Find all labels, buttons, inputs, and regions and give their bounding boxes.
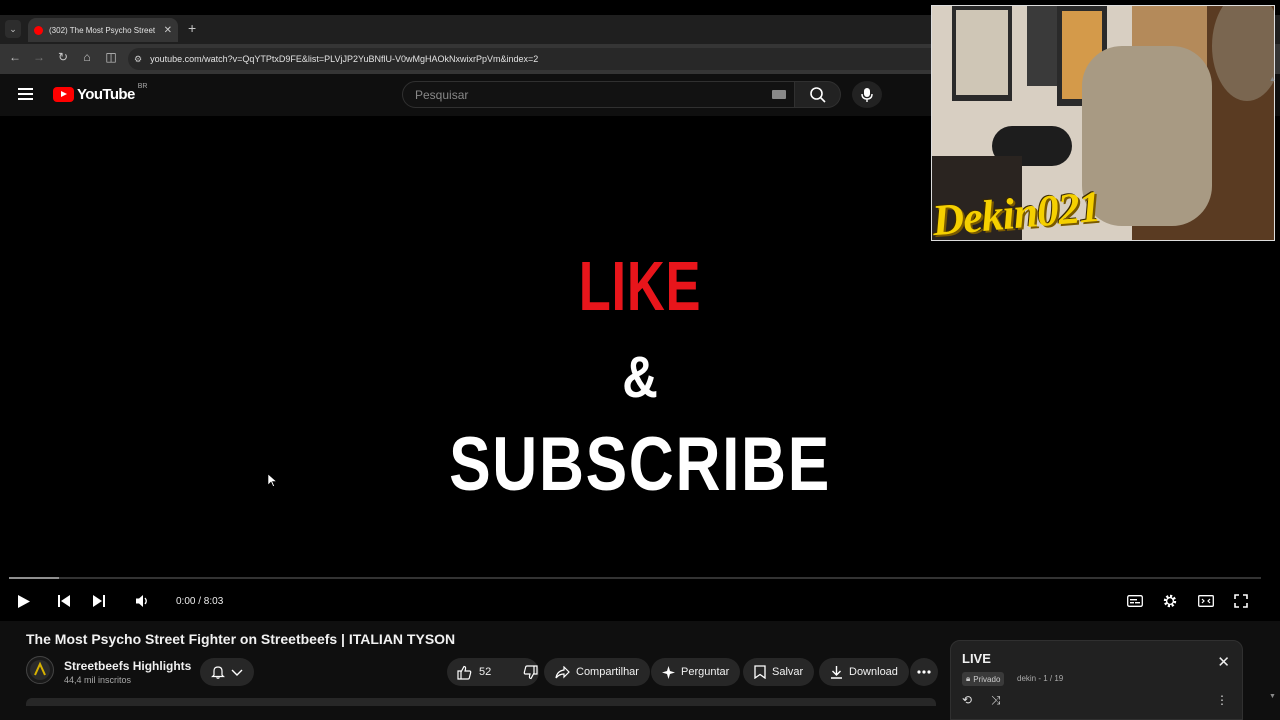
search-button[interactable] — [795, 81, 841, 108]
keyboard-icon[interactable] — [772, 90, 786, 99]
more-vertical-icon[interactable]: ⋮ — [1216, 693, 1228, 707]
mouse-cursor-icon — [268, 474, 277, 487]
voice-search-button[interactable] — [852, 81, 882, 108]
settings-button[interactable] — [1161, 592, 1179, 610]
ask-button[interactable]: Perguntar — [651, 658, 741, 686]
player-controls: 0:00 / 8:03 — [0, 586, 1280, 616]
subtitles-button[interactable] — [1126, 592, 1144, 610]
search-box — [402, 81, 795, 108]
browser-tab-active[interactable]: (302) The Most Psycho Street Fi ✕ — [28, 18, 178, 42]
bookmark-icon — [754, 665, 766, 679]
volume-icon — [135, 595, 147, 607]
volume-button[interactable] — [134, 592, 150, 610]
tab-search-button[interactable]: ⌄ — [5, 20, 21, 38]
fullscreen-button[interactable] — [1232, 592, 1250, 610]
forward-icon[interactable]: → — [31, 50, 47, 64]
theater-mode-button[interactable] — [1197, 592, 1215, 610]
region-code: BR — [137, 83, 148, 90]
like-count: 52 — [479, 666, 492, 678]
download-icon — [831, 666, 842, 679]
time-display: 0:00 / 8:03 — [176, 596, 224, 607]
close-icon[interactable]: ✕ — [1217, 653, 1230, 671]
microphone-icon — [861, 87, 873, 102]
next-button[interactable] — [91, 592, 107, 610]
gear-icon — [1163, 594, 1177, 608]
split-view-icon[interactable]: ◫ — [103, 50, 119, 64]
site-info-icon[interactable]: ⚙ — [134, 54, 142, 65]
scroll-down-arrow-icon[interactable]: ▼ — [1269, 693, 1276, 700]
video-overlay-like: LIKE — [578, 247, 702, 325]
back-icon[interactable]: ← — [7, 50, 23, 64]
youtube-logo[interactable]: YouTube BR — [53, 83, 148, 103]
bell-icon — [211, 666, 225, 679]
save-button[interactable]: Salvar — [743, 658, 815, 686]
download-label: Download — [849, 666, 898, 678]
share-button[interactable]: Compartilhar — [544, 658, 650, 686]
sparkle-icon — [662, 665, 675, 679]
tab-close-icon[interactable]: ✕ — [164, 25, 172, 36]
channel-avatar[interactable] — [26, 656, 54, 684]
description-box[interactable] — [26, 698, 936, 706]
new-tab-button[interactable]: + — [188, 20, 196, 36]
notifications-button[interactable] — [200, 658, 254, 686]
next-icon — [93, 595, 105, 607]
search-icon — [809, 86, 826, 103]
video-title: The Most Psycho Street Fighter on Street… — [26, 631, 456, 647]
thumbs-down-icon — [523, 664, 538, 679]
subtitles-icon — [1127, 595, 1143, 607]
privacy-label: Privado — [973, 674, 1001, 684]
hamburger-menu-icon[interactable] — [18, 88, 33, 100]
playlist-panel: LIVE 🔒︎ Privado dekin - 1 / 19 ✕ ⟲ ⤨ ⋮ — [950, 640, 1243, 720]
channel-name[interactable]: Streetbeefs Highlights — [64, 659, 191, 673]
video-overlay-subscribe: SUBSCRIBE — [449, 422, 831, 507]
youtube-play-logo-icon — [53, 87, 74, 102]
lock-icon: 🔒︎ — [966, 674, 971, 683]
playlist-meta: dekin - 1 / 19 — [1017, 674, 1064, 683]
ask-label: Perguntar — [681, 666, 730, 678]
fullscreen-icon — [1234, 594, 1248, 608]
save-label: Salvar — [772, 666, 804, 678]
channel-logo-icon — [30, 660, 50, 680]
more-horizontal-icon — [917, 670, 931, 674]
previous-button[interactable] — [56, 592, 72, 610]
privacy-badge: 🔒︎ Privado — [962, 672, 1005, 686]
progress-buffered — [9, 577, 60, 579]
download-button[interactable]: Download — [819, 658, 909, 686]
share-icon — [555, 665, 570, 678]
logo-text: YouTube — [77, 86, 135, 103]
thumbs-up-icon — [457, 665, 472, 680]
playlist-title[interactable]: LIVE — [962, 651, 991, 666]
like-dislike-group: 52 — [447, 658, 539, 686]
youtube-favicon-icon — [34, 25, 43, 35]
progress-bar[interactable] — [9, 577, 1261, 579]
like-button[interactable]: 52 — [447, 658, 501, 686]
scroll-up-arrow-icon[interactable]: ▲ — [1269, 76, 1276, 83]
url-text: youtube.com/watch?v=QqYTPtxD9FE&list=PLV… — [150, 54, 539, 64]
subscriber-count: 44,4 mil inscritos — [64, 675, 132, 685]
shuffle-icon[interactable]: ⤨ — [991, 693, 1001, 708]
search-input[interactable] — [415, 87, 755, 102]
more-actions-button[interactable] — [910, 658, 938, 686]
video-overlay-ampersand: & — [622, 345, 658, 410]
dislike-button[interactable] — [513, 658, 548, 686]
play-button[interactable] — [16, 592, 32, 610]
tab-title: (302) The Most Psycho Street Fi — [49, 25, 158, 35]
reload-icon[interactable]: ↻ — [55, 50, 71, 64]
share-label: Compartilhar — [576, 666, 639, 678]
theater-mode-icon — [1198, 595, 1214, 607]
chevron-down-icon — [231, 669, 243, 676]
loop-icon[interactable]: ⟲ — [962, 693, 972, 707]
play-icon — [18, 594, 30, 608]
previous-icon — [58, 595, 70, 607]
home-icon[interactable]: ⌂ — [79, 50, 95, 64]
